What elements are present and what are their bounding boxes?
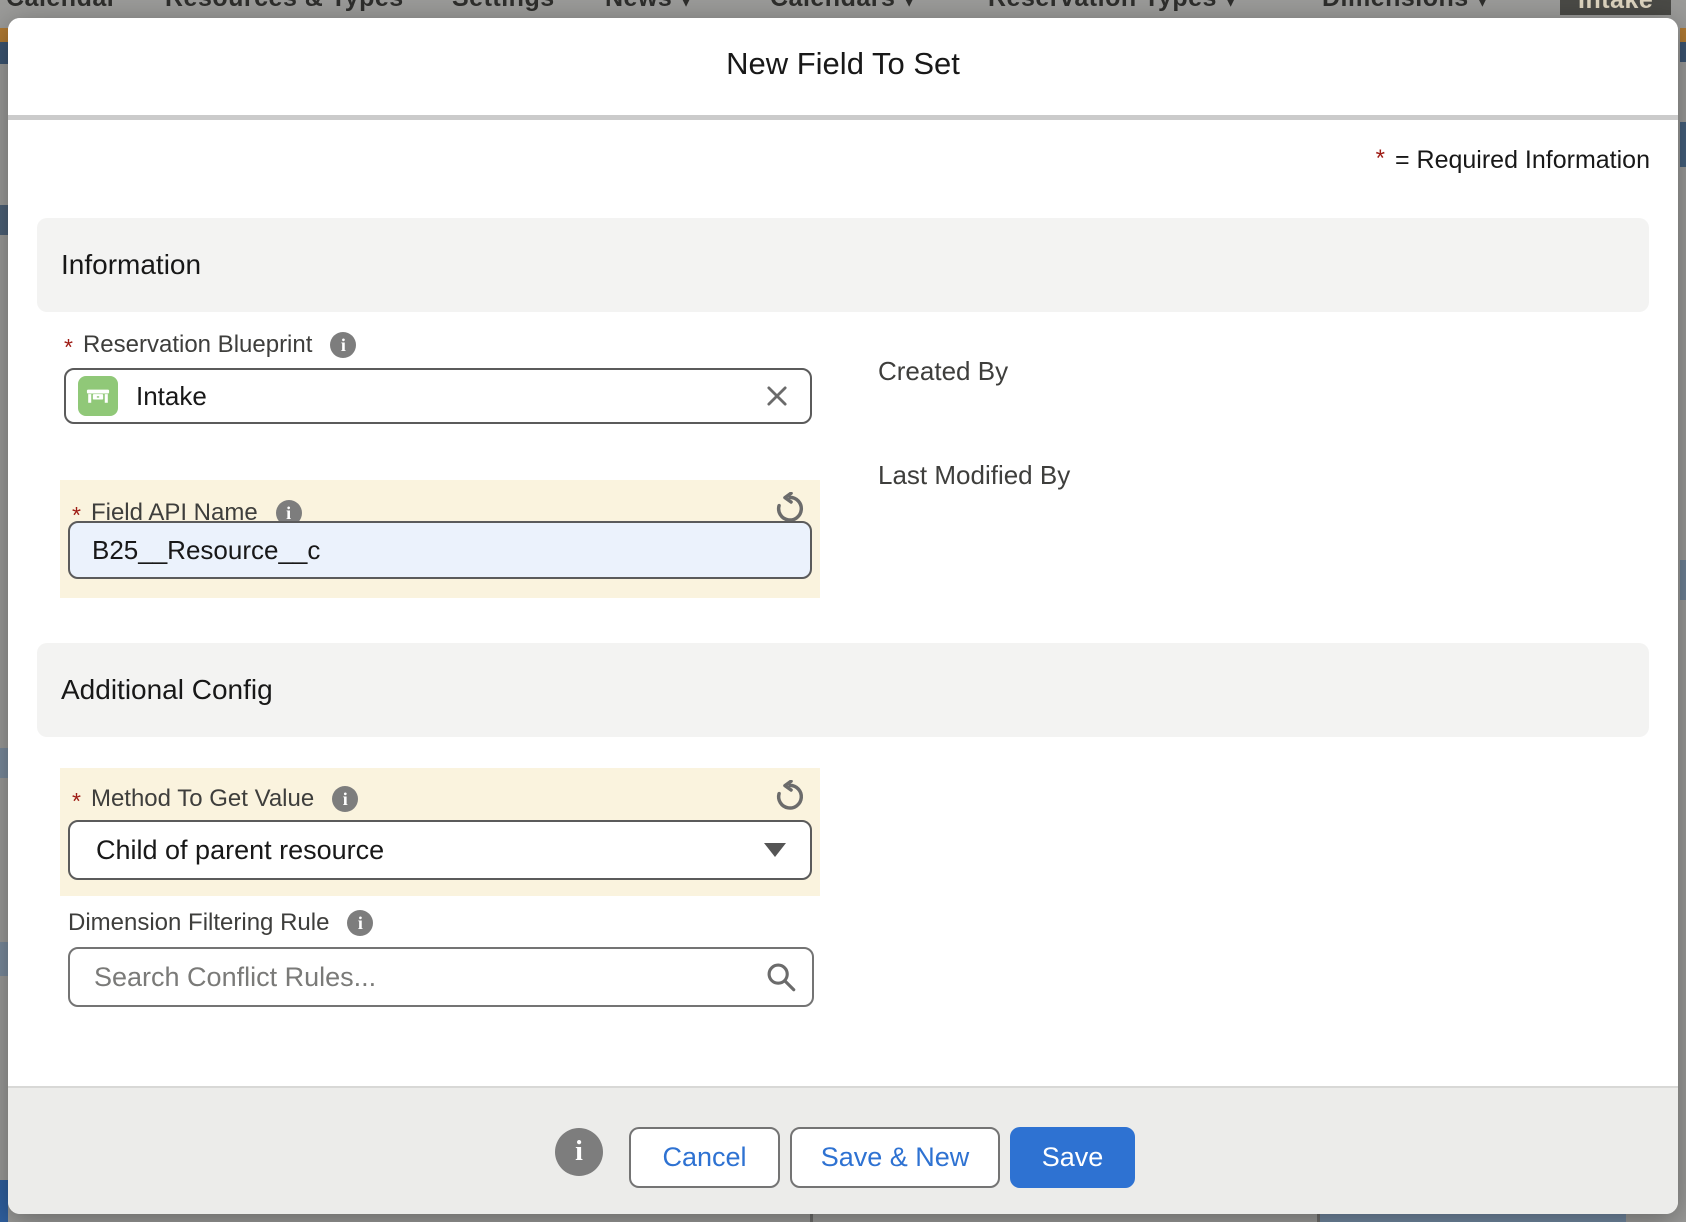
- header-divider: [8, 115, 1678, 120]
- save-button[interactable]: Save: [1010, 1127, 1135, 1188]
- background-tab: Reservation Types ▾: [988, 0, 1237, 13]
- backdrop-fragment: [0, 42, 8, 64]
- save-and-new-button[interactable]: Save & New: [790, 1127, 1000, 1188]
- background-tab: Calendars ▾: [770, 0, 916, 13]
- section-title: Additional Config: [37, 643, 1649, 737]
- required-note-text: = Required Information: [1395, 146, 1650, 174]
- reservation-blueprint-value: Intake: [136, 381, 762, 412]
- info-icon[interactable]: i: [330, 332, 356, 358]
- required-information-note: * = Required Information: [1376, 146, 1650, 175]
- modal-footer: i Cancel Save & New Save: [8, 1086, 1678, 1214]
- info-icon[interactable]: i: [332, 786, 358, 812]
- cancel-button[interactable]: Cancel: [629, 1127, 780, 1188]
- required-asterisk: *: [64, 334, 73, 361]
- last-modified-by-label: Last Modified By: [878, 460, 1070, 491]
- backdrop-fragment: [0, 942, 8, 976]
- undo-icon[interactable]: [774, 780, 806, 812]
- info-icon[interactable]: i: [555, 1128, 603, 1176]
- backdrop-fragment: [1680, 560, 1686, 600]
- method-to-get-value-label-row: * Method To Get Value i: [72, 784, 358, 814]
- field-api-name-input[interactable]: [68, 521, 812, 579]
- backdrop-fragment: [1680, 42, 1686, 62]
- backdrop-fragment: [0, 748, 8, 778]
- reservation-blueprint-label: Reservation Blueprint: [83, 331, 312, 359]
- dimension-filtering-rule-search: [68, 947, 814, 1007]
- method-to-get-value-label: Method To Get Value: [91, 785, 314, 813]
- field-api-name-block: * Field API Name i: [60, 480, 820, 598]
- backdrop-fragment: [1680, 122, 1686, 167]
- method-to-get-value-block: * Method To Get Value i Child of parent …: [60, 768, 820, 896]
- method-to-get-value-select[interactable]: Child of parent resource: [68, 820, 812, 880]
- info-icon[interactable]: i: [347, 910, 373, 936]
- required-asterisk: *: [72, 788, 81, 815]
- section-header-information: Information: [37, 218, 1649, 312]
- undo-icon[interactable]: [774, 492, 806, 524]
- dimension-filtering-rule-label-row: Dimension Filtering Rule i: [68, 908, 373, 938]
- dimension-filtering-rule-label: Dimension Filtering Rule: [68, 909, 329, 937]
- background-tab: Settings: [452, 0, 555, 13]
- search-icon: [764, 960, 798, 994]
- reservation-blueprint-label-row: * Reservation Blueprint i: [64, 330, 356, 360]
- reservation-blueprint-field[interactable]: Intake: [64, 368, 812, 424]
- modal-title: New Field To Set: [8, 46, 1678, 82]
- clear-x-icon[interactable]: [762, 381, 792, 411]
- created-by-label: Created By: [878, 356, 1008, 387]
- background-tab: Dimensions ▾: [1322, 0, 1489, 13]
- backdrop-fragment: [1320, 1214, 1626, 1222]
- section-header-additional-config: Additional Config: [37, 643, 1649, 737]
- background-tab-bar: Calendar Resources & Types Settings News…: [0, 0, 1686, 15]
- modal-header: New Field To Set: [8, 18, 1678, 115]
- background-tab-active: Intake: [1560, 0, 1671, 15]
- section-title: Information: [37, 218, 1649, 312]
- backdrop-fragment: [0, 1180, 8, 1222]
- backdrop-fragment: [0, 28, 8, 42]
- backdrop-fragment: [1680, 28, 1686, 42]
- background-tab: Resources & Types: [165, 0, 404, 13]
- chevron-down-icon: [764, 843, 786, 857]
- backdrop-fragment: [810, 1214, 813, 1222]
- new-field-to-set-modal: New Field To Set * = Required Information…: [8, 18, 1678, 1214]
- background-tab: News ▾: [605, 0, 693, 13]
- conflict-rules-search-input[interactable]: [68, 947, 814, 1007]
- background-tab: Calendar: [6, 0, 117, 13]
- method-to-get-value-selected: Child of parent resource: [96, 835, 764, 866]
- reservation-blueprint-desk-icon: [78, 376, 118, 416]
- required-asterisk: *: [1376, 145, 1385, 172]
- backdrop-fragment: [0, 205, 8, 235]
